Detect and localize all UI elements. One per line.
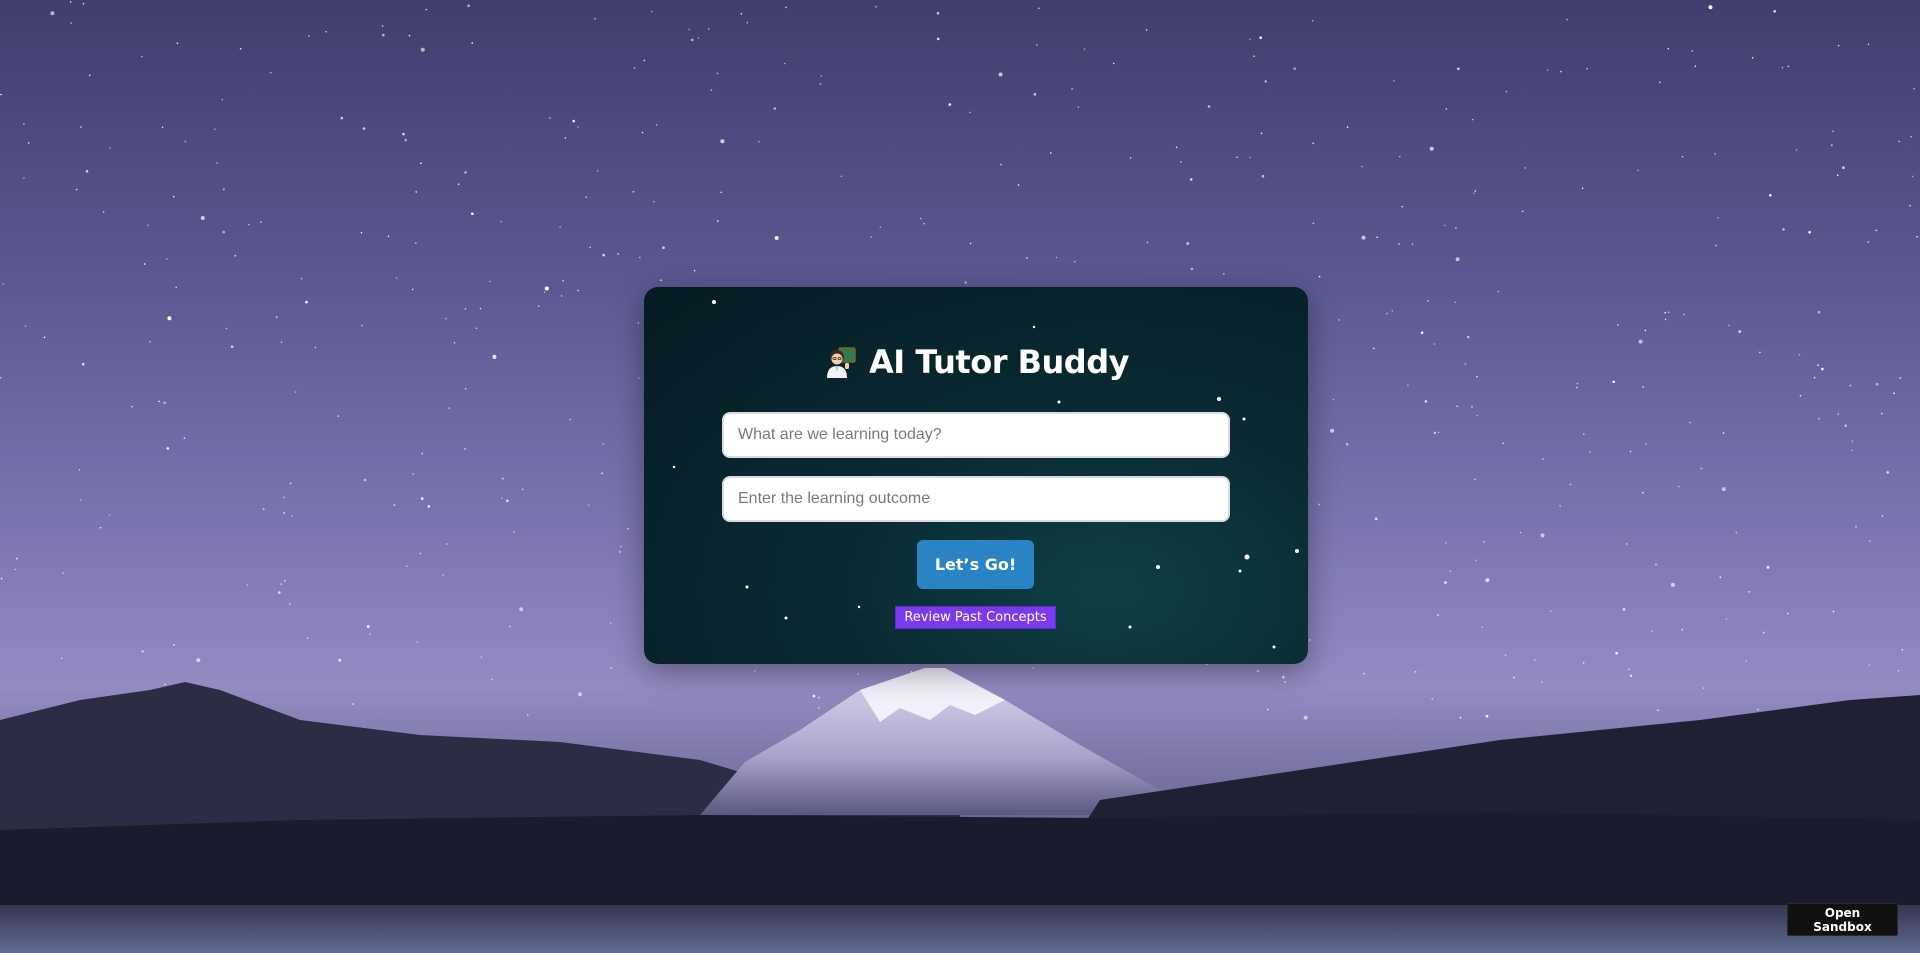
review-past-concepts-button[interactable]: Review Past Concepts: [895, 606, 1056, 629]
teacher-emoji-icon: [823, 345, 857, 379]
background-scene: AI Tutor Buddy Let’s Go! Review Past Con…: [0, 0, 1920, 953]
tutor-card: AI Tutor Buddy Let’s Go! Review Past Con…: [644, 287, 1308, 664]
lets-go-button[interactable]: Let’s Go!: [917, 540, 1034, 589]
app-title: AI Tutor Buddy: [869, 343, 1129, 381]
learning-outcome-input[interactable]: [722, 476, 1230, 522]
title-row: AI Tutor Buddy: [644, 340, 1308, 384]
open-sandbox-button[interactable]: Open Sandbox: [1787, 903, 1898, 936]
topic-input[interactable]: [722, 412, 1230, 458]
